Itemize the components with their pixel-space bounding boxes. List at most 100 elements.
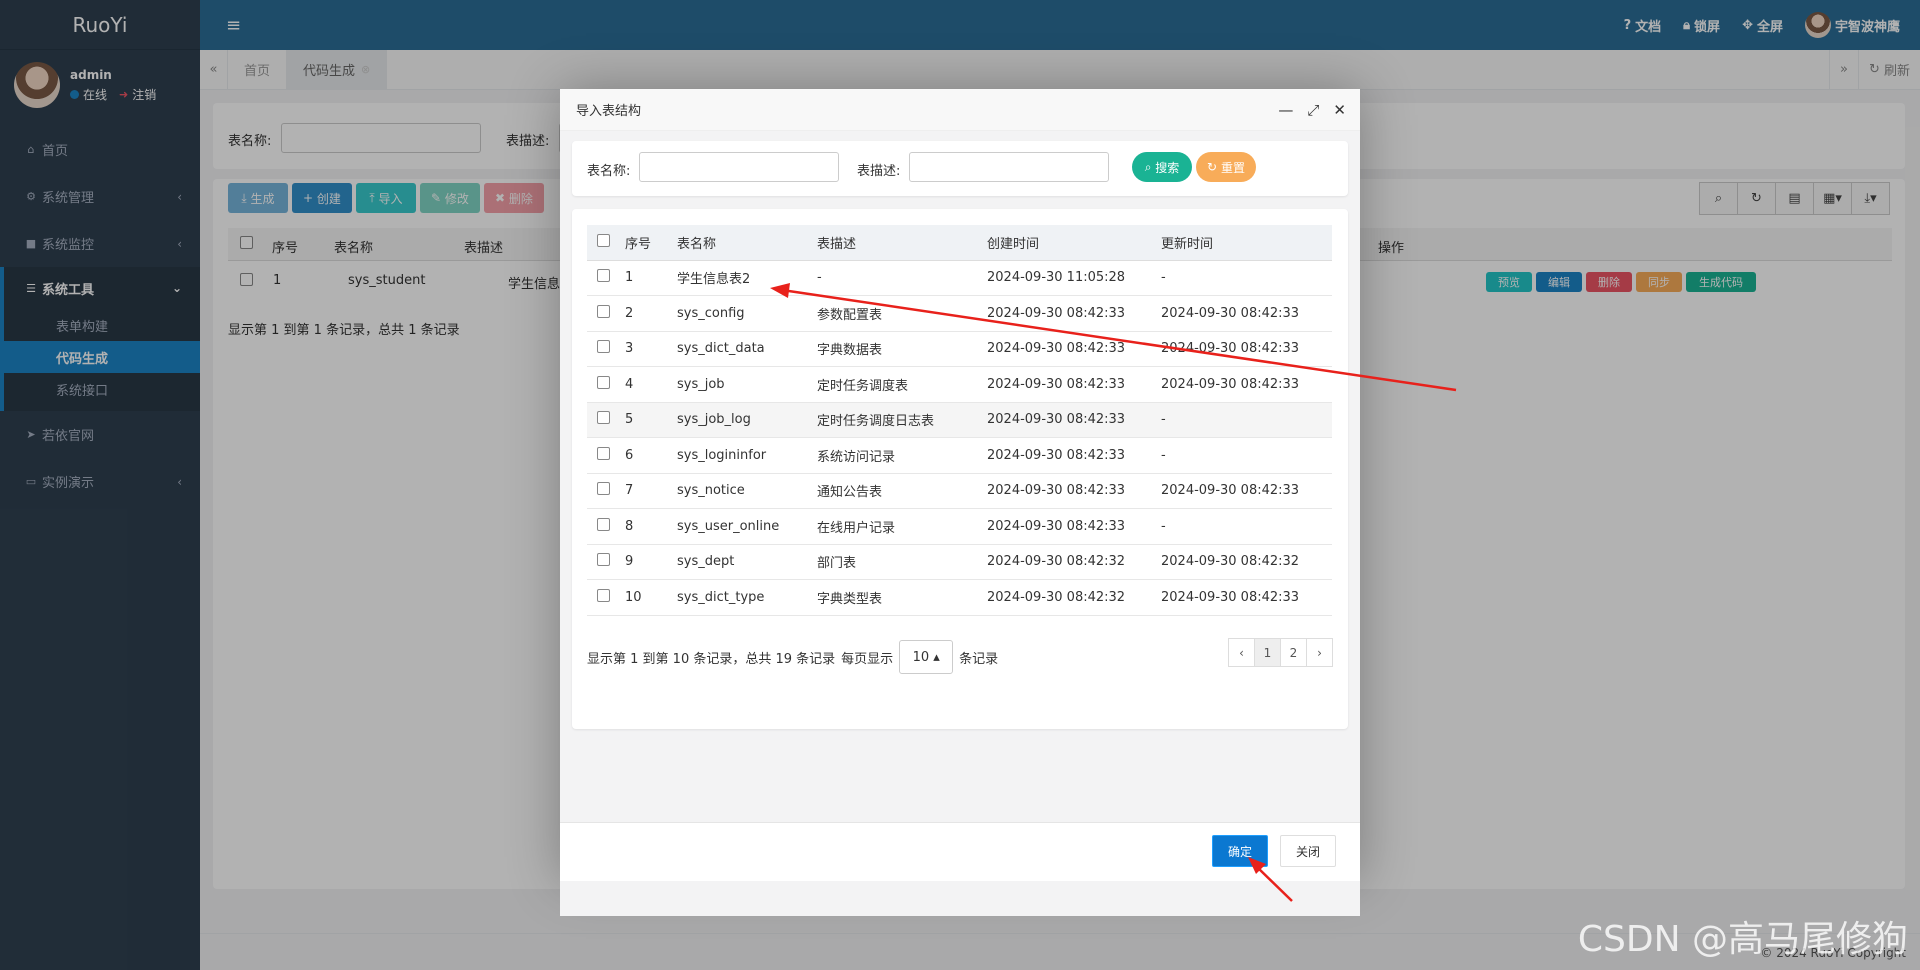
watermark: CSDN @高马尾修狗 bbox=[1577, 919, 1908, 960]
refresh-icon: ↻ bbox=[1207, 160, 1218, 174]
table-header: 序号 表名称 表描述 创建时间 更新时间 bbox=[587, 225, 1332, 261]
page-button-2[interactable]: 2 bbox=[1280, 638, 1307, 667]
row-update-time: 2024-09-30 08:42:32 bbox=[1155, 544, 1332, 580]
row-checkbox-cell bbox=[587, 260, 619, 296]
table-row[interactable]: 9 sys_dept 部门表 2024-09-30 08:42:32 2024-09-3… bbox=[587, 544, 1332, 580]
table-desc-input[interactable] bbox=[909, 152, 1109, 182]
row-table-desc: - bbox=[811, 260, 981, 296]
row-checkbox[interactable] bbox=[596, 553, 610, 567]
row-table-name: sys_notice bbox=[671, 473, 811, 509]
row-table-desc: 定时任务调度日志表 bbox=[811, 402, 981, 438]
row-update-time: - bbox=[1155, 508, 1332, 545]
table-row[interactable]: 7 sys_notice 通知公告表 2024-09-30 08:42:33 2024-… bbox=[587, 473, 1332, 509]
minimize-icon[interactable]: — bbox=[1278, 101, 1293, 119]
row-checkbox[interactable] bbox=[596, 482, 610, 496]
row-checkbox-cell bbox=[587, 402, 619, 438]
confirm-button[interactable]: 确定 bbox=[1212, 835, 1268, 867]
table-row[interactable]: 10 sys_dict_type 字典类型表 2024-09-30 08:42:32 2… bbox=[587, 579, 1332, 616]
row-update-time: - bbox=[1155, 402, 1332, 438]
row-update-time: 2024-09-30 08:42:33 bbox=[1155, 473, 1332, 509]
table-row[interactable]: 2 sys_config 参数配置表 2024-09-30 08:42:33 2024-… bbox=[587, 295, 1332, 332]
table-name-input[interactable] bbox=[639, 152, 839, 182]
page-size-select[interactable]: 10 ▴ bbox=[899, 640, 954, 674]
close-button[interactable]: 关闭 bbox=[1280, 835, 1336, 867]
row-checkbox[interactable] bbox=[596, 446, 610, 460]
row-update-time: - bbox=[1155, 260, 1332, 296]
row-table-desc: 通知公告表 bbox=[811, 473, 981, 509]
next-page-button[interactable]: › bbox=[1306, 638, 1333, 667]
row-table-name: 学生信息表2 bbox=[671, 260, 811, 296]
row-index: 9 bbox=[619, 544, 671, 580]
column-header: 表描述 bbox=[811, 225, 981, 261]
close-icon[interactable]: ✕ bbox=[1333, 101, 1346, 119]
page-size-value: 10 bbox=[912, 649, 930, 665]
row-checkbox-cell bbox=[587, 437, 619, 474]
row-create-time: 2024-09-30 08:42:33 bbox=[981, 473, 1155, 509]
row-checkbox-cell bbox=[587, 366, 619, 403]
row-checkbox[interactable] bbox=[596, 517, 610, 531]
row-table-name: sys_logininfor bbox=[671, 437, 811, 474]
row-checkbox[interactable] bbox=[596, 304, 610, 318]
table-row[interactable]: 6 sys_logininfor 系统访问记录 2024-09-30 08:42:33… bbox=[587, 437, 1332, 474]
search-button[interactable]: ⌕ 搜索 bbox=[1132, 152, 1192, 182]
column-header: 表名称 bbox=[671, 225, 811, 261]
per-page-label: 每页显示 bbox=[841, 651, 894, 667]
row-checkbox[interactable] bbox=[596, 340, 610, 354]
row-create-time: 2024-09-30 08:42:33 bbox=[981, 402, 1155, 438]
row-table-name: sys_config bbox=[671, 295, 811, 332]
table-row[interactable]: 4 sys_job 定时任务调度表 2024-09-30 08:42:33 2024-0… bbox=[587, 366, 1332, 403]
prev-page-button[interactable]: ‹ bbox=[1228, 638, 1255, 667]
row-checkbox-cell bbox=[587, 473, 619, 509]
reset-label: 重置 bbox=[1220, 160, 1245, 175]
row-checkbox-cell bbox=[587, 544, 619, 580]
row-checkbox[interactable] bbox=[596, 588, 610, 602]
row-table-desc: 部门表 bbox=[811, 544, 981, 580]
row-table-desc: 在线用户记录 bbox=[811, 508, 981, 545]
table-desc-label: 表描述: bbox=[857, 164, 901, 179]
row-table-desc: 参数配置表 bbox=[811, 295, 981, 332]
select-all-checkbox[interactable] bbox=[596, 233, 610, 247]
row-index: 8 bbox=[619, 508, 671, 545]
pager-summary: 显示第 1 到第 10 条记录，总共 19 条记录 bbox=[587, 651, 836, 667]
row-table-desc: 系统访问记录 bbox=[811, 437, 981, 474]
row-index: 6 bbox=[619, 437, 671, 474]
row-update-time: - bbox=[1155, 437, 1332, 474]
row-table-desc: 字典类型表 bbox=[811, 579, 981, 616]
row-table-name: sys_job bbox=[671, 366, 811, 403]
row-create-time: 2024-09-30 08:42:33 bbox=[981, 437, 1155, 474]
row-create-time: 2024-09-30 08:42:33 bbox=[981, 508, 1155, 545]
row-index: 1 bbox=[619, 260, 671, 296]
row-index: 7 bbox=[619, 473, 671, 509]
reset-button[interactable]: ↻ 重置 bbox=[1196, 152, 1256, 182]
column-header: 序号 bbox=[619, 225, 671, 261]
table-row[interactable]: 8 sys_user_online 在线用户记录 2024-09-30 08:42:3… bbox=[587, 508, 1332, 545]
row-checkbox-cell bbox=[587, 508, 619, 545]
column-header: 创建时间 bbox=[981, 225, 1155, 261]
row-table-name: sys_dict_type bbox=[671, 579, 811, 616]
row-checkbox-cell bbox=[587, 331, 619, 367]
pagination: ‹ 1 2 › bbox=[1228, 638, 1333, 667]
row-create-time: 2024-09-30 11:05:28 bbox=[981, 260, 1155, 296]
row-update-time: 2024-09-30 08:42:33 bbox=[1155, 295, 1332, 332]
db-table-list: 序号 表名称 表描述 创建时间 更新时间 1 学生信息表2-2024-09-30 … bbox=[587, 225, 1332, 616]
per-page-suffix: 条记录 bbox=[959, 651, 999, 667]
table-row[interactable]: 5 sys_job_log 定时任务调度日志表 2024-09-30 08:42:33… bbox=[587, 402, 1332, 438]
maximize-icon[interactable]: ⤢ bbox=[1307, 101, 1319, 119]
table-row[interactable]: 3 sys_dict_data 字典数据表 2024-09-30 08:42:33 20… bbox=[587, 331, 1332, 367]
row-index: 5 bbox=[619, 402, 671, 438]
row-update-time: 2024-09-30 08:42:33 bbox=[1155, 579, 1332, 616]
page-button-1[interactable]: 1 bbox=[1254, 638, 1281, 667]
row-create-time: 2024-09-30 08:42:33 bbox=[981, 366, 1155, 403]
row-update-time: 2024-09-30 08:42:33 bbox=[1155, 366, 1332, 403]
caret-up-icon: ▴ bbox=[933, 649, 940, 665]
modal-search-panel: 表名称: 表描述: ⌕ 搜索 ↻ 重置 bbox=[572, 141, 1348, 196]
row-checkbox[interactable] bbox=[596, 411, 610, 425]
row-create-time: 2024-09-30 08:42:33 bbox=[981, 295, 1155, 332]
row-table-name: sys_dict_data bbox=[671, 331, 811, 367]
row-create-time: 2024-09-30 08:42:32 bbox=[981, 579, 1155, 616]
row-checkbox[interactable] bbox=[596, 375, 610, 389]
search-label: 搜索 bbox=[1155, 160, 1180, 175]
column-header: 更新时间 bbox=[1155, 225, 1332, 261]
row-checkbox[interactable] bbox=[596, 269, 610, 283]
table-row[interactable]: 1 学生信息表2-2024-09-30 11:05:28- bbox=[587, 260, 1332, 296]
